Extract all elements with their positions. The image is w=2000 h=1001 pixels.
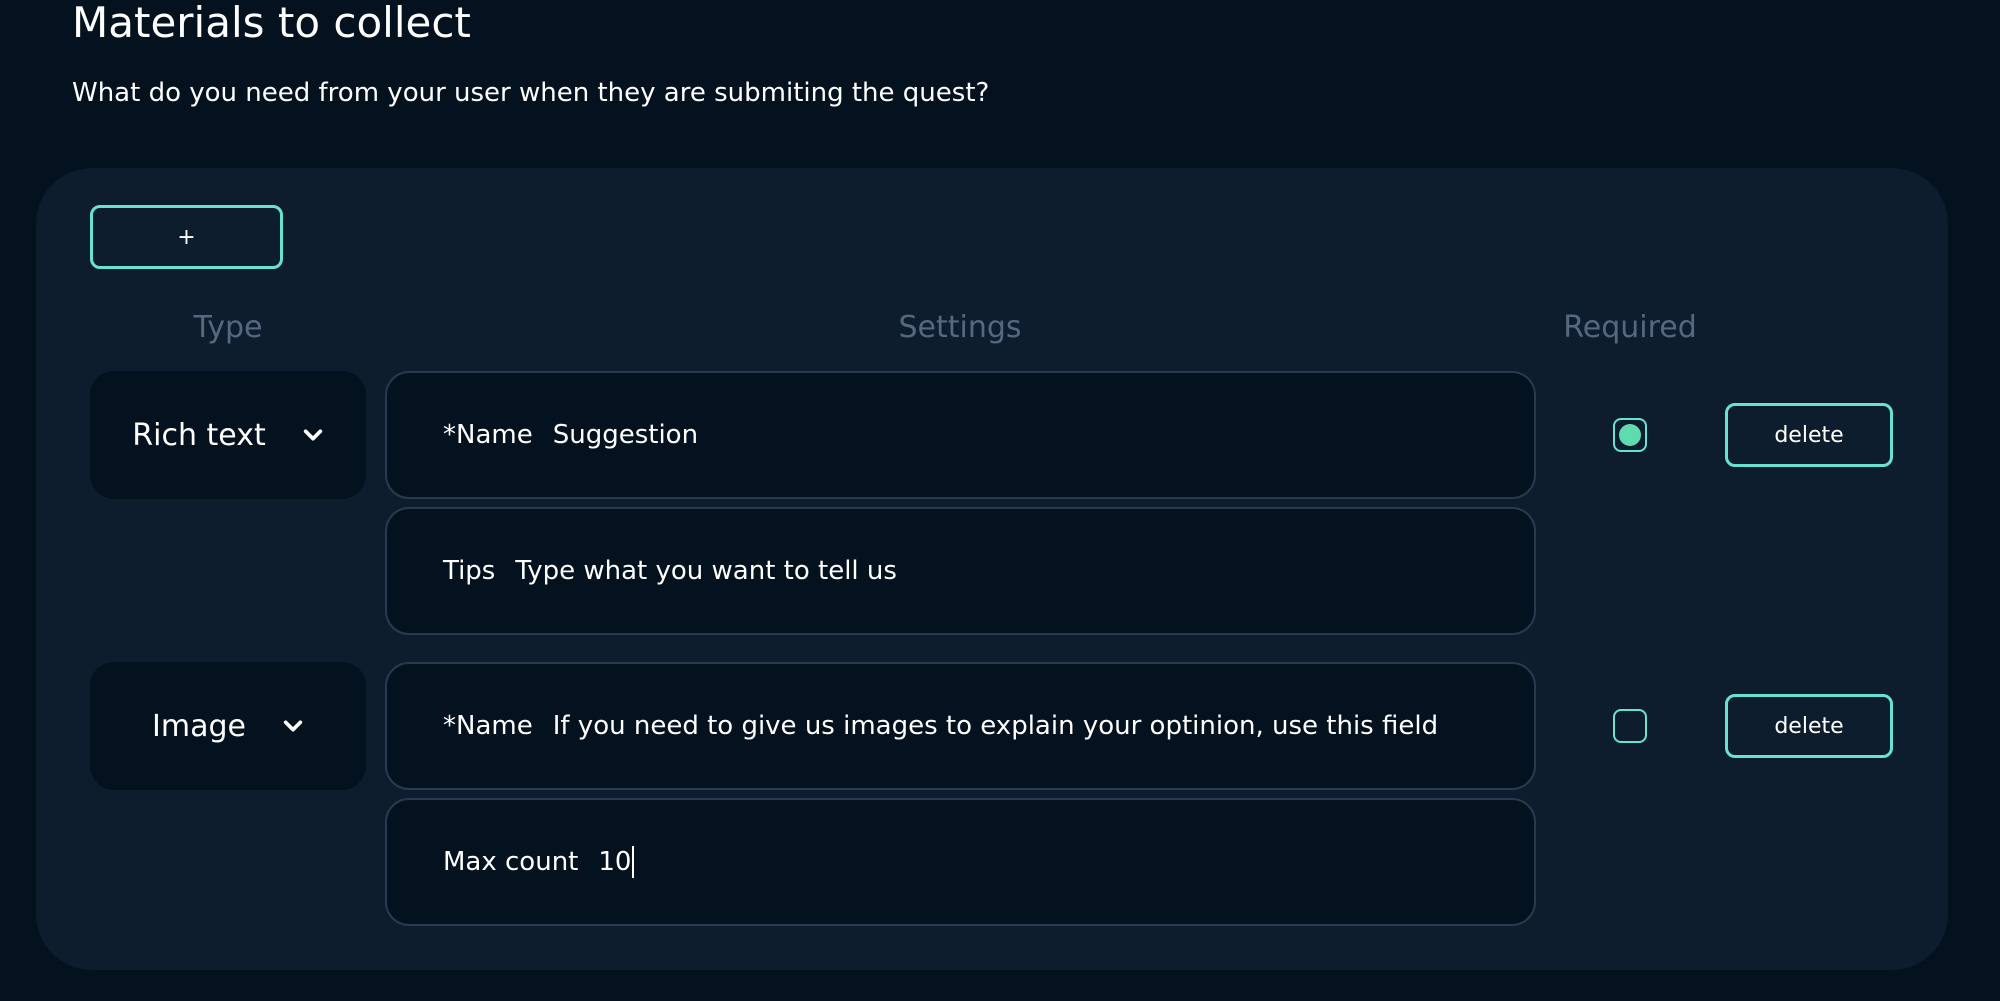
- page-title: Materials to collect: [72, 0, 471, 47]
- max-count-field[interactable]: Max count 10: [385, 798, 1536, 926]
- type-select-label: Rich text: [132, 417, 266, 453]
- type-select-rich-text[interactable]: Rich text: [90, 371, 366, 499]
- tips-field[interactable]: Tips Type what you want to tell us: [385, 507, 1536, 635]
- name-field-value: If you need to give us images to explain…: [552, 711, 1439, 741]
- max-count-field-value: 10: [598, 847, 632, 877]
- chevron-down-icon: [303, 429, 322, 441]
- required-checkbox-unchecked[interactable]: [1613, 709, 1647, 743]
- filled-dot-icon: [1619, 424, 1641, 446]
- chevron-down-icon: [283, 720, 303, 732]
- type-select-image[interactable]: Image: [90, 662, 366, 790]
- tips-field-value: Type what you want to tell us: [515, 556, 897, 586]
- name-field-label: *Name: [443, 711, 533, 741]
- name-field-label: *Name: [443, 420, 533, 450]
- text-caret: [632, 846, 635, 878]
- name-field[interactable]: *Name Suggestion: [385, 371, 1536, 499]
- tips-field-label: Tips: [443, 556, 496, 586]
- name-field-value: Suggestion: [552, 420, 699, 450]
- delete-button[interactable]: delete: [1725, 694, 1893, 758]
- page-subtitle: What do you need from your user when the…: [72, 78, 990, 108]
- name-field[interactable]: *Name If you need to give us images to e…: [385, 662, 1536, 790]
- delete-button[interactable]: delete: [1725, 403, 1893, 467]
- add-material-button[interactable]: +: [90, 205, 283, 269]
- type-select-label: Image: [152, 708, 246, 744]
- max-count-field-label: Max count: [443, 847, 579, 877]
- required-checkbox-checked[interactable]: [1613, 418, 1647, 452]
- column-header-type: Type: [193, 310, 263, 345]
- column-header-settings: Settings: [898, 310, 1022, 345]
- column-header-required: Required: [1563, 310, 1697, 345]
